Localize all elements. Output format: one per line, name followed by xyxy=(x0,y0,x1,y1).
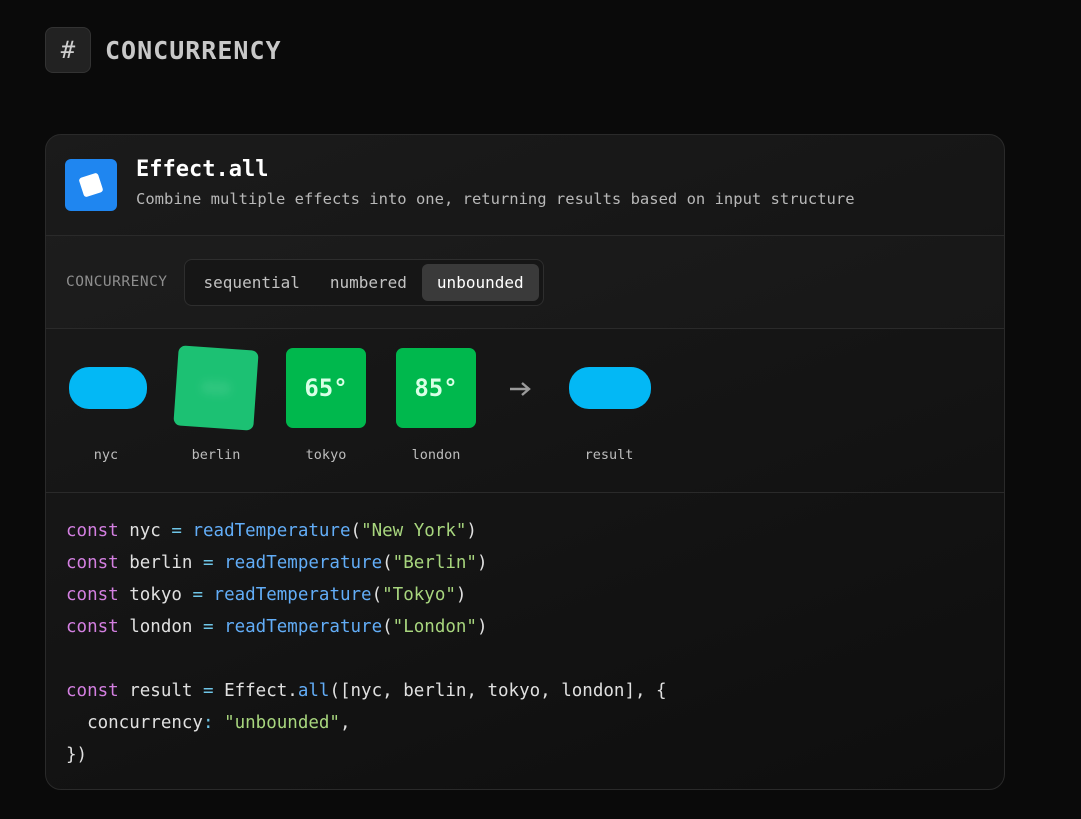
code-block: const nyc = readTemperature("New York") c… xyxy=(46,493,1004,789)
code-token: london xyxy=(118,617,203,637)
section-header: # CONCURRENCY xyxy=(45,27,282,73)
code-line: const result = Effect.all([nyc, berlin, … xyxy=(66,675,984,707)
code-token: }) xyxy=(66,745,88,765)
node-tokyo-done: 65° xyxy=(286,348,366,428)
code-token: const xyxy=(66,617,119,637)
code-token: = xyxy=(202,617,214,637)
card-header: Effect.all Combine multiple effects into… xyxy=(46,135,1004,236)
code-token: ( xyxy=(350,521,362,541)
code-token: const xyxy=(66,521,119,541)
concurrency-segmented-control: sequential numbered unbounded xyxy=(183,258,544,306)
code-token: , xyxy=(339,713,351,733)
code-token: ) xyxy=(455,585,467,605)
code-token: = xyxy=(171,521,182,541)
effect-card: Effect.all Combine multiple effects into… xyxy=(45,134,1005,790)
cube-icon xyxy=(65,159,117,211)
option-numbered[interactable]: numbered xyxy=(315,264,422,301)
code-token: berlin xyxy=(118,553,203,573)
code-token: "unbounded" xyxy=(224,713,340,733)
code-token: readTemperature xyxy=(224,553,383,573)
code-token: "London" xyxy=(392,617,477,637)
option-unbounded[interactable]: unbounded xyxy=(421,263,539,301)
code-token: : xyxy=(202,713,214,733)
hash-icon: # xyxy=(45,27,91,73)
node-berlin-running xyxy=(173,345,259,431)
code-token: const xyxy=(66,681,119,701)
code-token: ) xyxy=(476,553,488,573)
result-label: result xyxy=(584,447,634,463)
code-token: readTemperature xyxy=(224,617,383,637)
node-london-done: 85° xyxy=(396,348,476,428)
code-line: }) xyxy=(66,739,984,771)
effect-visualization: nyc berlin 65° tokyo 85° london result xyxy=(46,329,1004,493)
code-token: all xyxy=(297,681,330,701)
code-line: const berlin = readTemperature("Berlin") xyxy=(66,547,984,579)
code-token: readTemperature xyxy=(192,521,351,541)
code-token: const xyxy=(66,553,119,573)
code-line: const london = readTemperature("London") xyxy=(66,611,984,643)
code-token: = xyxy=(202,553,214,573)
code-line: const tokyo = readTemperature("Tokyo") xyxy=(66,579,984,611)
code-token: const xyxy=(66,585,119,605)
node-label-tokyo: tokyo xyxy=(305,447,347,463)
section-title: CONCURRENCY xyxy=(105,35,282,65)
code-line: const nyc = readTemperature("New York") xyxy=(66,515,984,547)
node-nyc-pending xyxy=(69,367,147,409)
code-token: nyc xyxy=(118,521,172,541)
card-title: Effect.all xyxy=(136,156,269,182)
code-token: "New York" xyxy=(361,521,467,541)
option-sequential[interactable]: sequential xyxy=(189,264,315,301)
node-label-london: london xyxy=(411,447,461,463)
code-token: ) xyxy=(466,521,477,541)
code-token: result xyxy=(118,681,203,701)
code-token: "Berlin" xyxy=(392,553,477,573)
code-token: ( xyxy=(382,553,393,573)
result-node-pending xyxy=(569,367,651,409)
card-description: Combine multiple effects into one, retur… xyxy=(136,189,855,208)
code-token: ( xyxy=(382,617,393,637)
code-token: "Tokyo" xyxy=(382,585,456,605)
concurrency-controls: CONCURRENCY sequential numbered unbounde… xyxy=(46,236,1004,329)
arrow-right-icon xyxy=(509,379,533,404)
code-token: readTemperature xyxy=(213,585,372,605)
code-token: = xyxy=(202,681,214,701)
concurrency-label: CONCURRENCY xyxy=(66,274,168,290)
node-label-berlin: berlin xyxy=(191,447,241,463)
code-token: ( xyxy=(371,585,383,605)
code-token: Effect. xyxy=(213,681,298,701)
node-label-nyc: nyc xyxy=(93,447,119,463)
code-token: tokyo xyxy=(118,585,193,605)
code-token: concurrency xyxy=(66,713,203,733)
code-token: ) xyxy=(476,617,488,637)
code-line: concurrency: "unbounded", xyxy=(66,707,984,739)
code-token: = xyxy=(192,585,203,605)
code-token: ([nyc, berlin, tokyo, london], { xyxy=(329,681,667,701)
